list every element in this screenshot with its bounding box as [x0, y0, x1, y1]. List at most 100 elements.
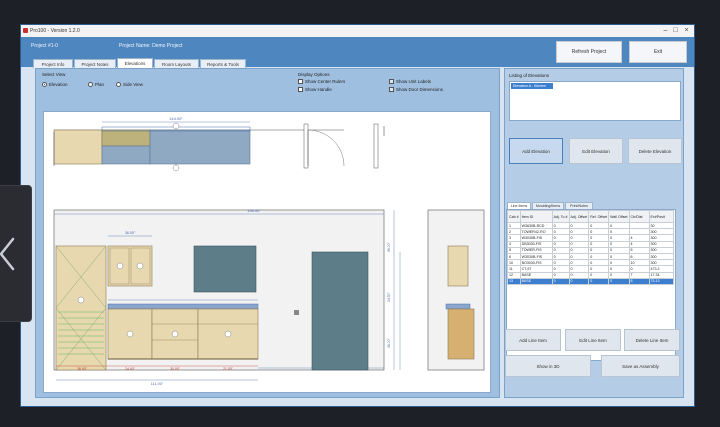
line-items-table: Cab # Item ID Adj. To # Adj. Offset Rel.…: [507, 210, 674, 285]
grid-col-adj-offset[interactable]: Adj. Offset: [568, 210, 590, 223]
tab-project-info[interactable]: Project Info: [33, 59, 73, 68]
base-dim-2: 24.00": [125, 367, 135, 371]
radio-side-view-label: Side View: [123, 82, 143, 87]
grid-col-rel-offset[interactable]: Rel. Offset: [588, 210, 610, 223]
subtab-line-items[interactable]: Line Items: [507, 202, 531, 209]
elevation-drawing-canvas[interactable]: 144.00" 156.00" 36.00" 36.00" 24.00" 30.…: [43, 111, 491, 393]
table-cell[interactable]: 0: [568, 277, 590, 285]
app-logo-icon: [23, 28, 28, 33]
plan-door-jamb-left: [303, 123, 309, 169]
plan-cabinet-lower: [101, 145, 151, 165]
window-title: Pro100 - Version 1.2.0: [30, 28, 80, 34]
radio-side-view[interactable]: [116, 82, 121, 87]
grid-col-cab[interactable]: Cab #: [507, 210, 521, 223]
countertop: [107, 303, 259, 310]
show-door-dimensions-label: Show Door Dimensions: [396, 87, 444, 92]
show-unit-labels-checkbox[interactable]: [389, 79, 394, 84]
plan-tag-2: [172, 164, 180, 172]
elevations-list-label: Listing of Elevations: [509, 73, 550, 78]
subtab-print-notes[interactable]: Print/Notes: [565, 202, 593, 209]
edit-elevation-button[interactable]: Edit Elevation: [569, 138, 623, 164]
delete-elevation-button[interactable]: Delete Elevation: [628, 138, 682, 164]
height-dim-2: 34.50": [387, 292, 391, 302]
project-name: Project Name: Demo Project: [119, 43, 183, 49]
show-center-rulers-checkbox[interactable]: [298, 79, 303, 84]
tag-tall: [77, 296, 85, 304]
tag-base-1: [126, 330, 134, 338]
table-cell[interactable]: BASE: [519, 277, 553, 285]
tall-cabinet: [55, 245, 107, 371]
show-center-rulers-label: Show Center Rulers: [305, 79, 346, 84]
tab-elevations[interactable]: Elevations: [117, 58, 153, 68]
table-cell[interactable]: 13: [507, 277, 521, 285]
table-cell[interactable]: 0: [551, 277, 570, 285]
radio-plan[interactable]: [88, 82, 93, 87]
show-door-dimensions-checkbox[interactable]: [389, 87, 394, 92]
side-upper-cabinet: [447, 245, 469, 287]
base-dim-1: 36.00": [77, 367, 87, 371]
chevron-left-icon: [0, 237, 15, 271]
tag-base-2: [171, 330, 179, 338]
plan-countertop: [149, 129, 251, 165]
tab-room-layouts[interactable]: Room Layouts: [154, 59, 199, 68]
plan-cabinet-left: [53, 129, 103, 165]
grid-header-row: Cab # Item ID Adj. To # Adj. Offset Rel.…: [507, 210, 674, 223]
tab-project-notes[interactable]: Project Notes: [74, 59, 116, 68]
table-row[interactable]: 13 BASE 0 0 0 0 8 75.13: [507, 277, 674, 285]
show-unit-labels-label: Show Unit Labels: [396, 79, 432, 84]
show-in-3d-button[interactable]: Show in 3D: [505, 355, 591, 377]
edit-line-item-button[interactable]: Edit Line Item: [565, 329, 621, 351]
table-cell[interactable]: 75.13: [648, 277, 674, 285]
door-swing-arc: [307, 129, 345, 167]
window-opening: [193, 245, 257, 293]
table-cell[interactable]: 0: [608, 277, 630, 285]
add-line-item-button[interactable]: Add Line Item: [505, 329, 561, 351]
plan-door-jamb-right: [373, 123, 379, 169]
height-dim-3: 36.00": [387, 338, 391, 348]
upper-left-dim: 36.00": [125, 231, 136, 235]
grid-col-item-id[interactable]: Item ID: [519, 210, 553, 223]
display-options-label: Display Options: [298, 72, 330, 77]
add-elevation-button[interactable]: Add Elevation: [509, 138, 563, 164]
plan-width-dim: 144.00": [169, 116, 183, 121]
refresh-project-button[interactable]: Refresh Project: [556, 41, 622, 63]
grid-col-adj-to[interactable]: Adj. To #: [551, 210, 570, 223]
plan-tag-1: [172, 122, 180, 130]
view-mode-label: Select View: [42, 72, 66, 77]
height-dim-1: 96.00": [387, 242, 391, 252]
save-as-assembly-button[interactable]: Save as Assembly: [601, 355, 680, 377]
table-cell[interactable]: 8: [628, 277, 650, 285]
base-dim-4: 21.00": [223, 367, 233, 371]
close-icon[interactable]: ×: [682, 27, 691, 35]
previous-slide-button[interactable]: [0, 185, 32, 322]
minimize-icon[interactable]: –: [661, 27, 670, 35]
radio-elevation[interactable]: [42, 82, 47, 87]
side-base-cabinet: [447, 308, 475, 360]
exit-button[interactable]: Exit: [629, 41, 687, 63]
door-elevation: [311, 251, 369, 371]
plan-cabinet-highlight: [101, 129, 151, 147]
show-handle-checkbox[interactable]: [298, 87, 303, 92]
outlet: [294, 310, 299, 315]
screen: Pro100 - Version 1.2.0 – □ × Project #1-…: [0, 0, 720, 427]
upper-cabinet-left: [107, 245, 153, 287]
elevation-view: 156.00" 36.00" 36.00" 24.00" 30.00" 21.0…: [53, 208, 485, 386]
subtab-moulding-items[interactable]: Moulding/Items: [532, 202, 564, 209]
grid-col-ext-posit[interactable]: Ext/Posit: [648, 210, 674, 223]
elevation-drawing: 144.00" 156.00" 36.00" 36.00" 24.00" 30.…: [53, 116, 485, 386]
wall-width-dim: 156.00": [247, 208, 261, 213]
elevation-list-item[interactable]: Elevation A - Kitchen: [511, 83, 553, 89]
base-dim-3: 30.00": [170, 367, 180, 371]
maximize-icon[interactable]: □: [671, 27, 680, 35]
tag-upper-b: [136, 262, 144, 270]
table-cell[interactable]: 0: [588, 277, 610, 285]
grid-col-ctr-dist[interactable]: Ctr/Dist: [628, 210, 650, 223]
app-window: Pro100 - Version 1.2.0 – □ × Project #1-…: [20, 24, 695, 407]
title-bar: Pro100 - Version 1.2.0 – □ ×: [21, 25, 694, 37]
grid-col-wall-offset[interactable]: Wall Offset: [608, 210, 630, 223]
tag-base-3: [224, 330, 232, 338]
grid-body: 1 W3630B-RCD 0 0 0 0 30 2 TOWER42-RO 0 0 0 0 300 3 W303…: [507, 221, 674, 285]
delete-line-item-button[interactable]: Delete Line Item: [624, 329, 680, 351]
tab-reports-tools[interactable]: Reports & Tools: [200, 59, 246, 68]
elevations-listbox[interactable]: Elevation A - Kitchen: [509, 81, 681, 121]
